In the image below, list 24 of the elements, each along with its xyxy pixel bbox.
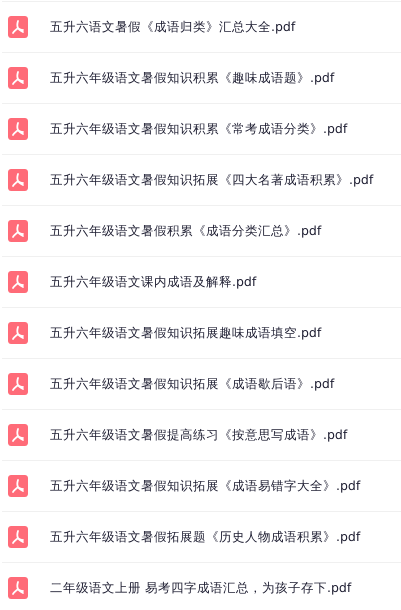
pdf-file-icon — [8, 577, 28, 599]
file-name[interactable]: 二年级语文上册 易考四字成语汇总，为孩子存下.pdf — [50, 580, 352, 596]
file-name[interactable]: 五升六年级语文课内成语及解释.pdf — [50, 274, 256, 290]
file-name[interactable]: 五升六年级语文暑假提高练习《按意思写成语》.pdf — [50, 426, 348, 444]
pdf-file-icon — [8, 118, 28, 140]
pdf-file-icon — [8, 322, 28, 344]
pdf-file-icon — [8, 220, 28, 242]
pdf-file-icon — [8, 424, 28, 446]
file-name[interactable]: 五升六年级语文暑假知识拓展《成语歇后语》.pdf — [50, 376, 334, 392]
pdf-file-icon — [8, 16, 28, 38]
file-name[interactable]: 五升六年级语文暑假积累《成语分类汇总》.pdf — [50, 222, 322, 240]
file-name[interactable]: 五升六年级语文暑假知识积累《常考成语分类》.pdf — [50, 120, 348, 138]
pdf-file-icon — [8, 67, 28, 89]
file-name[interactable]: 五升六年级语文暑假知识拓展趣味成语填空.pdf — [50, 324, 322, 342]
file-name[interactable]: 五升六年级语文暑假知识积累《趣味成语题》.pdf — [50, 70, 334, 86]
pdf-file-icon — [8, 526, 28, 548]
file-name[interactable]: 五升六语文暑假《成语归类》汇总大全.pdf — [50, 18, 296, 36]
pdf-file-icon — [8, 271, 28, 293]
pdf-file-icon — [8, 475, 28, 497]
pdf-file-icon — [8, 373, 28, 395]
pdf-file-icon — [8, 169, 28, 191]
file-name[interactable]: 五升六年级语文暑假拓展题《历史人物成语积累》.pdf — [50, 528, 360, 546]
file-name[interactable]: 五升六年级语文暑假知识拓展《成语易错字大全》.pdf — [50, 478, 360, 494]
file-name[interactable]: 五升六年级语文暑假知识拓展《四大名著成语积累》.pdf — [50, 172, 374, 188]
